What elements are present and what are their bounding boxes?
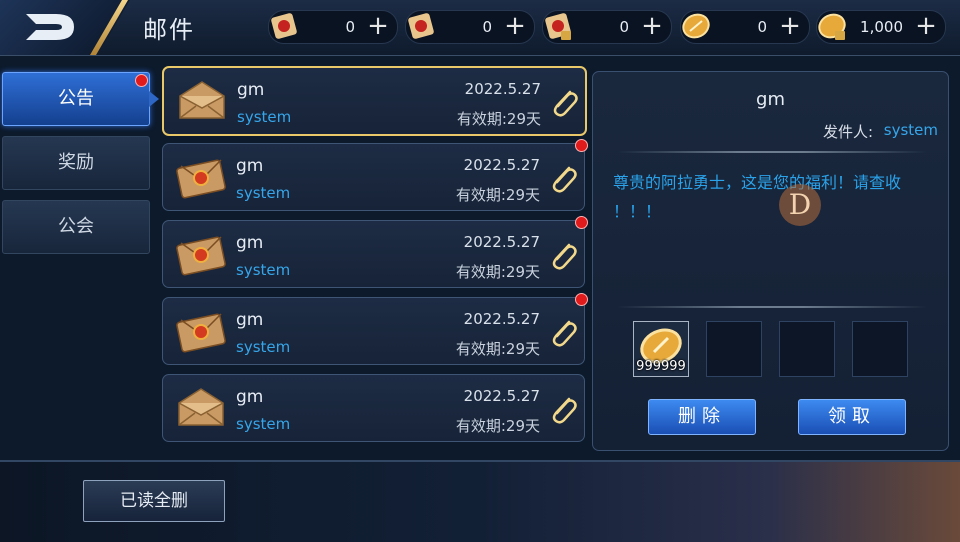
tab-label: 公告	[58, 88, 94, 109]
add-currency-button[interactable]: +	[502, 13, 528, 39]
red-scroll-icon	[271, 13, 297, 39]
mail-subject: system	[236, 338, 291, 356]
mail-item[interactable]: gm system 2022.5.27 有效期:29天	[162, 297, 585, 365]
page-title: 邮件	[143, 16, 195, 44]
envelope-open-icon	[179, 81, 225, 119]
attachment-clip-icon	[552, 166, 577, 193]
mail-expiry: 有效期:29天	[455, 417, 540, 435]
currency-scroll-1: 0 +	[268, 10, 398, 44]
mail-subject: system	[236, 261, 291, 279]
tab-guild[interactable]: 公会	[2, 200, 150, 254]
add-currency-button[interactable]: +	[913, 13, 939, 39]
add-currency-button[interactable]: +	[639, 13, 665, 39]
tab-announcement[interactable]: 公告	[2, 72, 159, 126]
watermark-logo: D	[779, 184, 821, 226]
mail-body-line: ！！！	[613, 202, 662, 221]
mail-subject: system	[236, 184, 291, 202]
mail-date: 2022.5.27	[463, 310, 540, 328]
attachment-clip-icon	[552, 320, 577, 347]
sealed-envelope-icon	[176, 313, 226, 353]
mail-date: 2022.5.27	[463, 233, 540, 251]
mail-detail-panel: gm 发件人: system 尊贵的阿拉勇士，这是您的福利！请查收 ！！！ D …	[592, 71, 949, 451]
add-currency-button[interactable]: +	[777, 13, 803, 39]
red-scroll-icon	[408, 13, 434, 39]
gold-coin-icon	[682, 13, 710, 39]
mail-sender: gm	[236, 156, 264, 176]
mail-subject: system	[236, 415, 291, 433]
mail-expiry: 有效期:29天	[455, 340, 540, 358]
envelope-open-icon	[178, 388, 224, 426]
delete-button[interactable]: 删除	[648, 399, 756, 435]
currency-value: 0	[345, 18, 355, 36]
mail-date: 2022.5.27	[463, 156, 540, 174]
mail-expiry: 有效期:29天	[455, 186, 540, 204]
currency-scroll-2: 0 +	[405, 10, 535, 44]
mail-subject: system	[237, 108, 292, 126]
mail-expiry: 有效期:29天	[456, 110, 541, 128]
currency-value: 1,000	[860, 18, 903, 36]
currency-gold-locked: 1,000 +	[816, 10, 946, 44]
currency-value: 0	[619, 18, 629, 36]
attachment-clip-icon	[552, 397, 577, 424]
add-currency-button[interactable]: +	[365, 13, 391, 39]
unread-dot	[575, 216, 588, 229]
attachment-quantity: 999999	[636, 359, 686, 374]
detail-sender: gm	[756, 89, 785, 110]
attachment-slot-empty	[852, 321, 908, 377]
mail-item[interactable]: gm system 2022.5.27 有效期:29天	[162, 66, 587, 136]
locked-scroll-icon	[545, 13, 571, 40]
divider	[617, 306, 927, 308]
currency-value: 0	[482, 18, 492, 36]
from-label: 发件人:	[822, 123, 873, 141]
claim-button[interactable]: 领取	[798, 399, 906, 435]
mail-sender: gm	[236, 310, 264, 330]
divider	[617, 151, 927, 153]
top-bar: 邮件 0 + 0 + 0 + 0 + 1,000 +	[0, 0, 960, 56]
unread-dot	[575, 139, 588, 152]
mail-item[interactable]: gm system 2022.5.27 有效期:29天	[162, 374, 585, 442]
unread-dot	[575, 293, 588, 306]
attachment-slot-empty	[779, 321, 835, 377]
mail-body: 尊贵的阿拉勇士，这是您的福利！请查收 ！！！	[613, 168, 933, 226]
currency-value: 0	[757, 18, 767, 36]
from-value: system	[883, 121, 938, 139]
mail-item[interactable]: gm system 2022.5.27 有效期:29天	[162, 220, 585, 288]
back-icon	[26, 14, 74, 40]
sealed-envelope-icon	[176, 236, 226, 276]
mail-sender: gm	[236, 387, 264, 407]
mail-date: 2022.5.27	[463, 387, 540, 405]
unread-dot	[135, 74, 148, 87]
sealed-envelope-icon	[176, 159, 226, 199]
tab-rewards[interactable]: 奖励	[2, 136, 150, 190]
mail-item[interactable]: gm system 2022.5.27 有效期:29天	[162, 143, 585, 211]
mail-sender: gm	[236, 233, 264, 253]
attachment-clip-icon	[552, 243, 577, 270]
mail-expiry: 有效期:29天	[455, 263, 540, 281]
currency-gold: 0 +	[680, 10, 810, 44]
mail-body-line: 尊贵的阿拉勇士，这是您的福利！请查收	[613, 173, 902, 192]
tab-label: 公会	[58, 216, 94, 237]
tab-label: 奖励	[58, 152, 94, 173]
attachment-slot-empty	[706, 321, 762, 377]
currency-scroll-locked: 0 +	[542, 10, 672, 44]
attachment-clip-icon	[553, 90, 578, 117]
mail-sender: gm	[237, 80, 265, 100]
read-delete-all-button[interactable]: 已读全删	[83, 480, 225, 522]
locked-coin-icon	[818, 13, 846, 40]
attachment-slot[interactable]: 999999	[633, 321, 689, 377]
mail-date: 2022.5.27	[464, 80, 541, 98]
